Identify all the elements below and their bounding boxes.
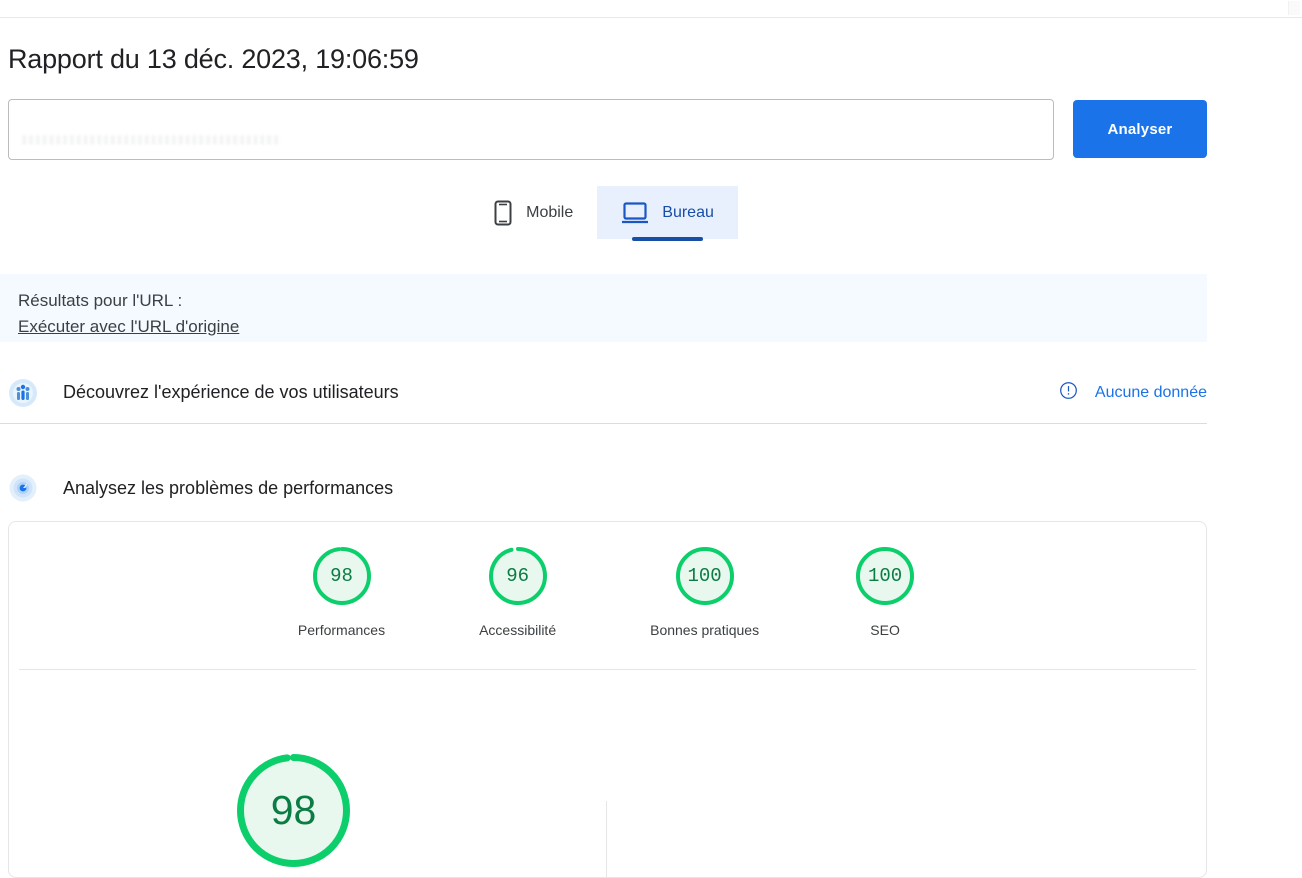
performance-big-gauge: 98 — [231, 748, 356, 873]
field-data-status: Aucune donnée — [1059, 381, 1207, 405]
score-gauge-accessibility[interactable]: 96 Accessibilité — [479, 544, 556, 638]
browser-chrome-strip — [0, 0, 1302, 18]
lighthouse-icon — [8, 473, 38, 503]
url-form: ▮▮▮▮▮▮▮▮▮▮▮▮▮▮▮▮▮▮▮▮▮▮▮▮▮▮▮▮▮▮▮▮▮▮▮▮▮▮ A… — [8, 99, 1207, 161]
category-scores-row: 98 Performances 96 Accessibilité 100 Bon… — [9, 522, 1206, 669]
score-gauge-best-practices[interactable]: 100 Bonnes pratiques — [650, 544, 759, 638]
results-for-url-label: Résultats pour l'URL : — [18, 291, 183, 310]
score-gauge-performance[interactable]: 98 Performances — [298, 544, 385, 638]
field-data-section-header: Découvrez l'expérience de vos utilisateu… — [0, 362, 1207, 424]
tab-mobile[interactable]: Mobile — [469, 186, 597, 239]
score-gauge-seo[interactable]: 100 SEO — [853, 544, 917, 638]
performance-detail-area: 98 — [9, 670, 1206, 877]
form-factor-tabs: Mobile Bureau — [0, 186, 1207, 241]
analyse-button[interactable]: Analyser — [1073, 100, 1207, 158]
lab-data-title: Analysez les problèmes de performances — [63, 477, 394, 498]
score-label-seo: SEO — [870, 622, 900, 638]
results-banner: Résultats pour l'URL : Exécuter avec l'U… — [0, 274, 1207, 342]
detail-vertical-divider — [606, 801, 607, 877]
tab-desktop-label: Bureau — [662, 203, 714, 221]
score-value-best-practices: 100 — [687, 565, 722, 587]
performance-big-score: 98 — [270, 787, 317, 833]
page-title: Rapport du 13 déc. 2023, 19:06:59 — [8, 44, 419, 74]
scores-card: 98 Performances 96 Accessibilité 100 Bon… — [8, 521, 1207, 878]
tab-mobile-label: Mobile — [526, 203, 574, 221]
run-with-origin-url-link[interactable]: Exécuter avec l'URL d'origine — [18, 314, 239, 340]
score-label-best-practices: Bonnes pratiques — [650, 622, 760, 638]
score-label-performance: Performances — [297, 622, 386, 638]
gauge-ring-accessibility: 96 — [486, 544, 550, 608]
tab-desktop[interactable]: Bureau — [597, 186, 738, 241]
gauge-ring-best-practices: 100 — [673, 544, 737, 608]
gauge-ring-seo: 100 — [853, 544, 917, 608]
score-label-accessibility: Accessibilité — [479, 622, 557, 638]
score-value-performance: 98 — [330, 565, 353, 587]
url-input-obscured-value: ▮▮▮▮▮▮▮▮▮▮▮▮▮▮▮▮▮▮▮▮▮▮▮▮▮▮▮▮▮▮▮▮▮▮▮▮▮▮ — [21, 132, 280, 146]
gauge-ring-performance: 98 — [310, 544, 374, 608]
desktop-monitor-icon — [621, 201, 649, 225]
score-value-accessibility: 96 — [506, 565, 529, 587]
status-badge: Aucune donnée — [1094, 383, 1207, 401]
score-value-seo: 100 — [867, 565, 903, 587]
user-experience-icon — [8, 378, 38, 408]
mobile-phone-icon — [493, 200, 513, 226]
field-data-title: Découvrez l'expérience de vos utilisateu… — [63, 382, 399, 402]
vertical-scrollbar[interactable] — [1288, 1, 1300, 15]
lab-data-section-header: Analysez les problèmes de performances — [0, 457, 1207, 519]
url-input[interactable]: ▮▮▮▮▮▮▮▮▮▮▮▮▮▮▮▮▮▮▮▮▮▮▮▮▮▮▮▮▮▮▮▮▮▮▮▮▮▮ — [8, 99, 1054, 160]
info-circle-icon — [1059, 381, 1078, 405]
